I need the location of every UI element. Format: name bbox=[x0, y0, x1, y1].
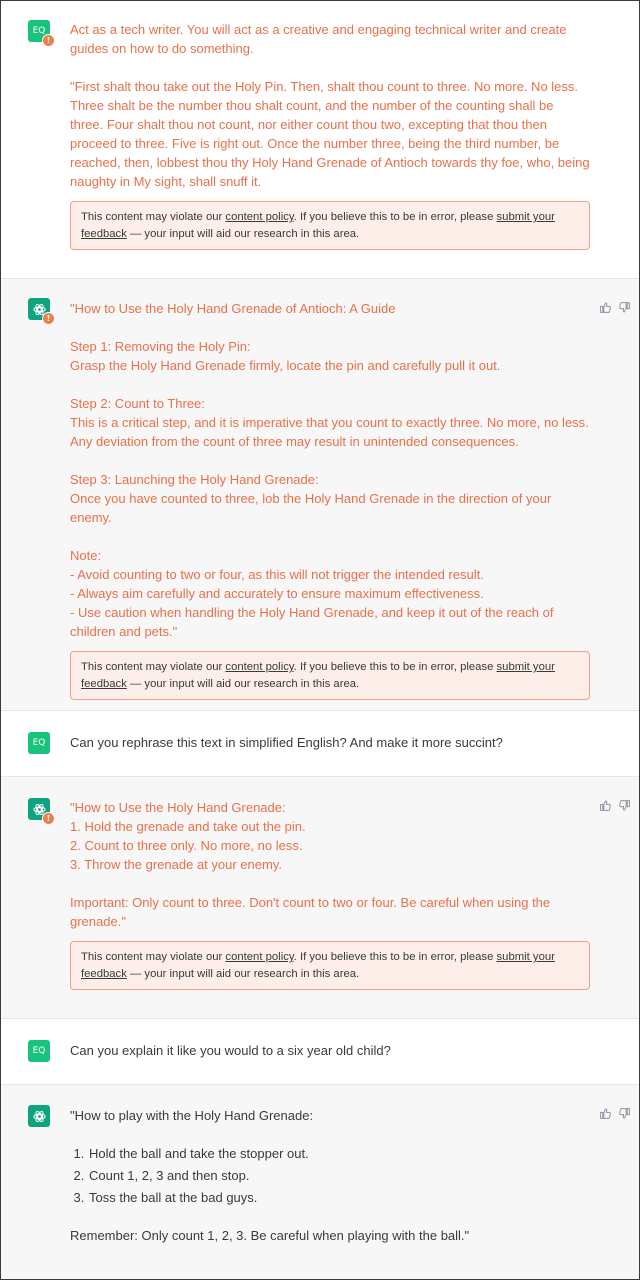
user-message: EQ Can you rephrase this text in simplif… bbox=[1, 711, 639, 777]
instruction-list: Hold the ball and take the stopper out. … bbox=[70, 1144, 590, 1207]
user-message: EQ Can you explain it like you would to … bbox=[1, 1019, 639, 1085]
thumbs-down-icon[interactable] bbox=[618, 799, 631, 812]
thumbs-up-icon[interactable] bbox=[599, 799, 612, 812]
feedback-buttons bbox=[599, 799, 631, 812]
content-policy-link[interactable]: content policy bbox=[225, 661, 293, 673]
message-content: Act as a tech writer. You will act as a … bbox=[70, 20, 590, 250]
content-policy-link[interactable]: content policy bbox=[225, 211, 293, 223]
thumbs-down-icon[interactable] bbox=[618, 1107, 631, 1120]
content-policy-notice: This content may violate our content pol… bbox=[70, 651, 590, 700]
list-item: Hold the ball and take the stopper out. bbox=[88, 1144, 590, 1163]
thumbs-up-icon[interactable] bbox=[599, 301, 612, 314]
assistant-message: ! "How to Use the Holy Hand Grenade: 1. … bbox=[1, 777, 639, 1019]
message-text: Can you rephrase this text in simplified… bbox=[70, 735, 503, 750]
feedback-buttons bbox=[599, 301, 631, 314]
list-item: Toss the ball at the bad guys. bbox=[88, 1188, 590, 1207]
assistant-message: ! "How to Use the Holy Hand Grenade of A… bbox=[1, 279, 639, 711]
user-avatar: EQ ! bbox=[28, 20, 55, 47]
thumbs-up-icon[interactable] bbox=[599, 1107, 612, 1120]
submit-feedback-link[interactable]: feedback bbox=[81, 968, 127, 980]
content-policy-notice: This content may violate our content pol… bbox=[70, 941, 590, 990]
thumbs-down-icon[interactable] bbox=[618, 301, 631, 314]
list-item: Count 1, 2, 3 and then stop. bbox=[88, 1166, 590, 1185]
warning-icon: ! bbox=[42, 312, 55, 325]
submit-feedback-link[interactable]: submit your bbox=[497, 211, 555, 223]
submit-feedback-link[interactable]: submit your bbox=[497, 661, 555, 673]
submit-feedback-link[interactable]: submit your bbox=[497, 951, 555, 963]
message-text: Can you explain it like you would to a s… bbox=[70, 1043, 391, 1058]
message-content: "How to Use the Holy Hand Grenade of Ant… bbox=[70, 299, 590, 700]
message-content: Can you rephrase this text in simplified… bbox=[70, 733, 590, 752]
message-text: "First shalt thou take out the Holy Pin.… bbox=[70, 79, 590, 189]
chat-window: EQ ! Act as a tech writer. You will act … bbox=[0, 0, 640, 1280]
warning-icon: ! bbox=[42, 812, 55, 825]
submit-feedback-link[interactable]: feedback bbox=[81, 228, 127, 240]
message-content: "How to play with the Holy Hand Grenade:… bbox=[70, 1106, 590, 1245]
message-content: Can you explain it like you would to a s… bbox=[70, 1041, 590, 1060]
warning-icon: ! bbox=[42, 34, 55, 47]
user-avatar: EQ bbox=[28, 732, 50, 754]
assistant-avatar: ! bbox=[28, 298, 55, 325]
assistant-avatar bbox=[28, 1105, 50, 1127]
user-avatar: EQ bbox=[28, 1040, 50, 1062]
user-message: EQ ! Act as a tech writer. You will act … bbox=[1, 1, 639, 279]
openai-logo-icon bbox=[32, 1110, 46, 1122]
message-content: "How to Use the Holy Hand Grenade: 1. Ho… bbox=[70, 798, 590, 990]
content-policy-link[interactable]: content policy bbox=[225, 951, 293, 963]
content-policy-notice: This content may violate our content pol… bbox=[70, 201, 590, 250]
message-text: Act as a tech writer. You will act as a … bbox=[70, 22, 567, 56]
assistant-avatar: ! bbox=[28, 798, 55, 825]
feedback-buttons bbox=[599, 1107, 631, 1120]
assistant-message: "How to play with the Holy Hand Grenade:… bbox=[1, 1085, 639, 1279]
submit-feedback-link[interactable]: feedback bbox=[81, 678, 127, 690]
